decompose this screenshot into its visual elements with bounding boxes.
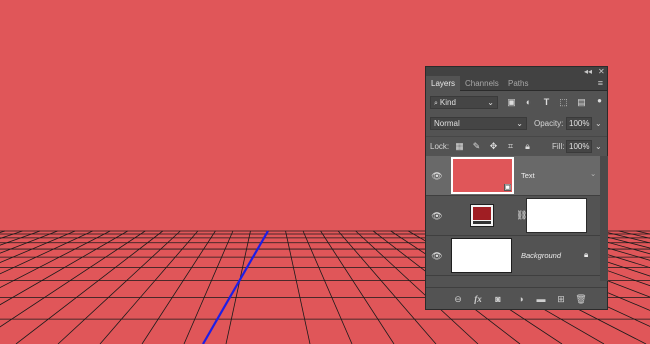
tab-channels[interactable]: Channels [460, 76, 504, 91]
adjustment-thumbnail [470, 204, 494, 227]
panel-menu-icon[interactable]: ≡ [598, 78, 603, 88]
filter-type-icon[interactable]: T [541, 97, 552, 108]
layer-thumbnail [451, 238, 512, 273]
filter-pixel-icon[interactable]: ▣ [506, 97, 517, 108]
lock-all-icon[interactable]: 🔒︎ [522, 141, 533, 152]
grid-radial-line [99, 230, 199, 344]
filter-kind-select[interactable]: ⌕ Kind ⌄ [430, 96, 498, 109]
lock-icon[interactable]: 🔒︎ [584, 250, 588, 260]
grid-radial-line [0, 230, 23, 239]
layer-row-text[interactable]: 👁︎ ▣ Text ⌄ [426, 156, 600, 196]
layers-bottom-toolbar: ⊖ fx ◙ ◑ ▬ ⊞ 🗑︎ [426, 287, 607, 309]
layer-thumbnail-fill [453, 159, 512, 192]
filter-adjustment-icon[interactable]: ◐ [523, 97, 534, 108]
lock-label: Lock: [430, 142, 450, 151]
opacity-label: Opacity: [534, 119, 564, 128]
layer-mask-thumbnail[interactable] [526, 198, 587, 233]
collapse-panel-button[interactable]: ◂◂ [584, 67, 592, 76]
lock-position-move-icon[interactable]: ✥ [488, 141, 499, 152]
lock-paint-brush-icon[interactable]: ✎ [471, 141, 482, 152]
layer-row-background[interactable]: 👁︎ Background 🔒︎ [426, 236, 600, 276]
grid-radial-line [15, 230, 164, 344]
fill-label: Fill: [552, 142, 565, 151]
chevron-down-icon[interactable]: ⌄ [595, 140, 602, 153]
adjustment-bar [473, 221, 491, 224]
blend-mode-value: Normal [434, 119, 460, 128]
new-layer-icon[interactable]: ⊞ [555, 293, 567, 305]
blend-mode-select[interactable]: Normal ⌄ [430, 117, 527, 130]
grid-radial-line [0, 230, 146, 328]
delete-layer-trash-icon[interactable]: 🗑︎ [575, 293, 587, 305]
grid-radial-line [337, 230, 437, 344]
filter-kind-value: Kind [439, 98, 456, 107]
color-fill-swatch [473, 207, 491, 220]
tab-paths[interactable]: Paths [503, 76, 533, 91]
grid-radial-line [618, 230, 650, 239]
layers-scrollbar[interactable] [600, 156, 608, 281]
chevron-down-icon: ⌄ [487, 98, 494, 107]
filter-toggle-icon[interactable]: ● [594, 95, 605, 106]
filter-smart-object-icon[interactable]: ▤ [576, 97, 587, 108]
new-group-folder-icon[interactable]: ▬ [535, 293, 547, 305]
layer-name[interactable]: Text [521, 171, 535, 181]
layer-style-fx-icon[interactable]: fx [472, 293, 484, 305]
tab-layers[interactable]: Layers [426, 76, 461, 91]
grid-radial-line [183, 230, 234, 344]
lock-artboard-icon[interactable]: ⌗ [505, 141, 516, 152]
layer-thumbnail: ▣ [451, 157, 514, 194]
chevron-down-icon[interactable]: ⌄ [595, 117, 602, 130]
grid-radial-line [0, 230, 58, 254]
chevron-down-icon[interactable]: ⌄ [590, 169, 596, 179]
add-mask-icon[interactable]: ◙ [492, 293, 504, 305]
lock-fill-row: Lock: ▦ ✎ ✥ ⌗ 🔒︎ Fill: 100% ⌄ [426, 136, 607, 155]
grid-radial-line [285, 230, 311, 344]
fill-input[interactable]: 100% [566, 140, 592, 153]
guide-line [202, 230, 269, 344]
close-panel-button[interactable]: ✕ [598, 67, 605, 76]
layer-name[interactable]: Background [521, 251, 561, 261]
layer-filter-row: ⌕ Kind ⌄ ▣ ◐ T ⬚ ▤ ● [426, 94, 607, 111]
panel-titlebar[interactable]: ◂◂ ✕ [426, 67, 607, 76]
panel-tabs: Layers Channels Paths ≡ [426, 76, 607, 91]
opacity-input[interactable]: 100% [566, 117, 592, 130]
link-layers-icon[interactable]: ⊖ [452, 293, 464, 305]
layers-panel: ◂◂ ✕ Layers Channels Paths ≡ ⌕ Kind ⌄ ▣ … [425, 66, 608, 310]
grid-radial-line [0, 230, 128, 306]
chevron-down-icon: ⌄ [516, 119, 523, 128]
new-adjustment-layer-icon[interactable]: ◑ [515, 293, 527, 305]
smart-object-icon: ▣ [504, 184, 511, 191]
eye-icon[interactable]: 👁︎ [431, 210, 443, 222]
grid-radial-line [141, 230, 216, 344]
lock-transparent-icon[interactable]: ▦ [454, 141, 465, 152]
grid-radial-line [636, 230, 650, 235]
grid-radial-line [225, 230, 251, 344]
eye-icon[interactable]: 👁︎ [431, 170, 443, 182]
grid-radial-line [320, 230, 395, 344]
blend-opacity-row: Normal ⌄ Opacity: 100% ⌄ [426, 115, 607, 132]
grid-radial-line [302, 230, 353, 344]
filter-shape-icon[interactable]: ⬚ [558, 97, 569, 108]
eye-icon[interactable]: 👁︎ [431, 250, 443, 262]
layer-row-adjustment[interactable]: 👁︎ ⛓︎ [426, 196, 600, 236]
